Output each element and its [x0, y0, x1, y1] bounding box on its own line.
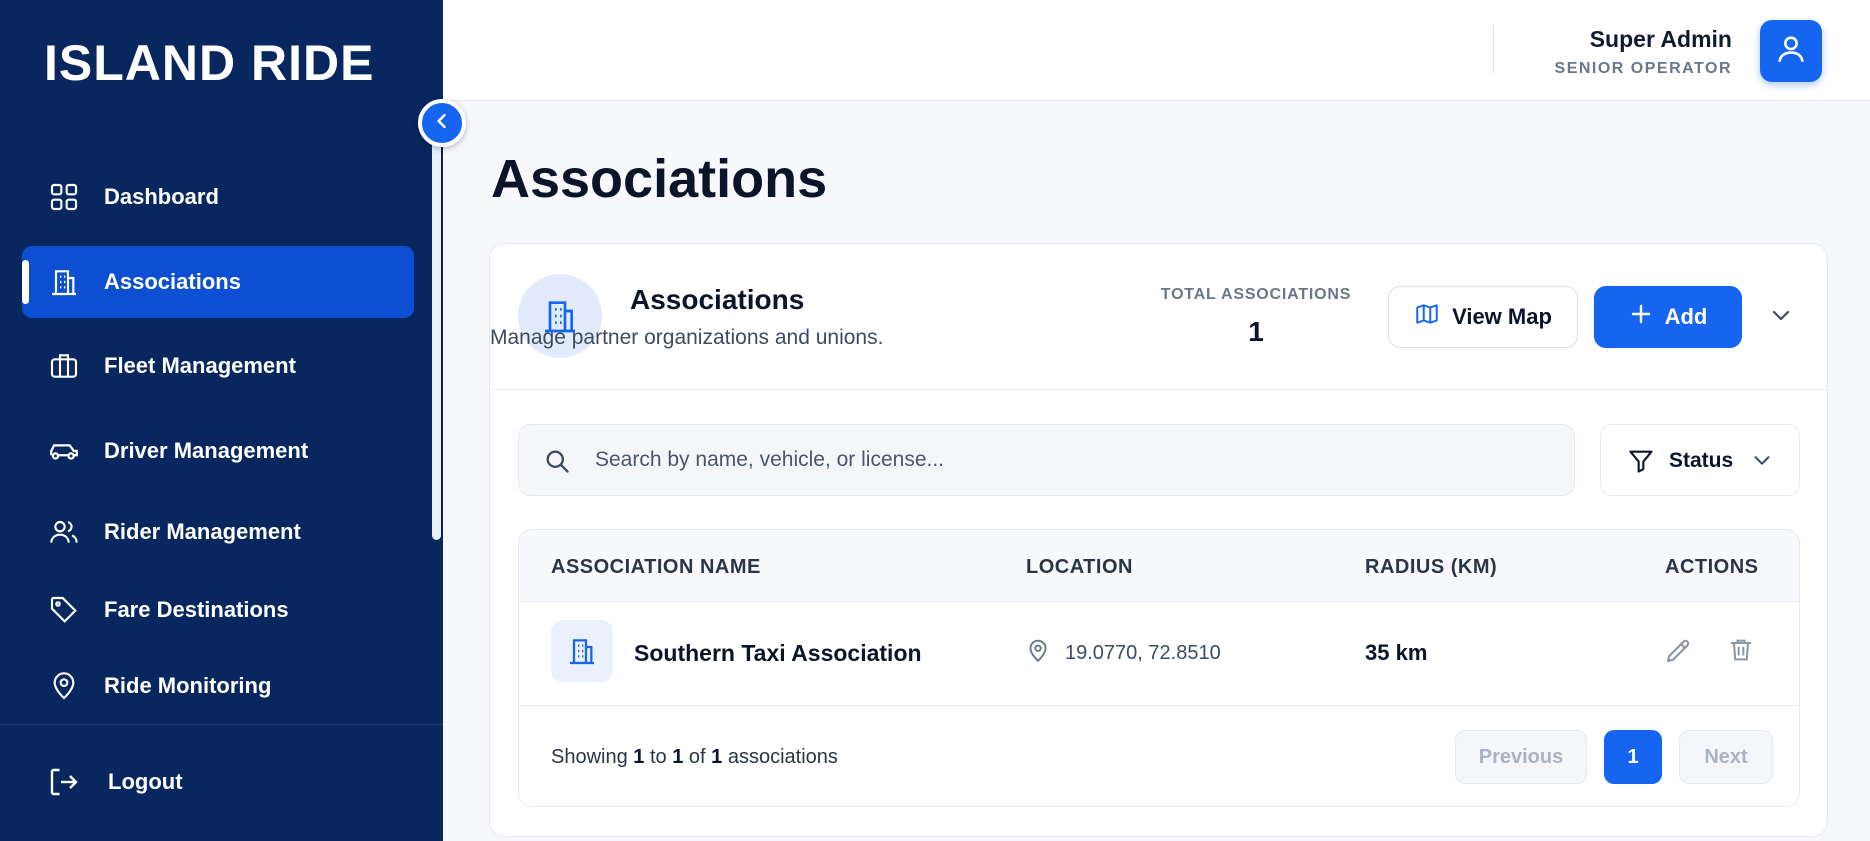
association-location: 19.0770, 72.8510: [1065, 642, 1221, 664]
card-expand-toggle[interactable]: [1766, 302, 1796, 332]
sidebar: ISLAND RIDE Dashboard Associations Fleet…: [0, 0, 443, 841]
sidebar-item-dashboard[interactable]: Dashboard: [22, 161, 414, 233]
associations-card: Associations Manage partner organization…: [489, 243, 1828, 837]
search-box[interactable]: [518, 424, 1575, 496]
map-icon: [1414, 301, 1440, 333]
chevron-left-icon: [432, 111, 452, 136]
map-pin-icon: [1025, 638, 1051, 669]
header-divider: [1493, 26, 1494, 74]
column-header-location: LOCATION: [1026, 556, 1133, 578]
page-1-button[interactable]: 1: [1604, 730, 1662, 784]
showing-of-word: of: [688, 746, 706, 768]
showing-prefix: Showing: [551, 746, 628, 768]
sidebar-divider: [0, 724, 443, 725]
showing-total: 1: [711, 746, 723, 768]
status-filter-dropdown[interactable]: Status: [1600, 424, 1800, 496]
status-filter-label: Status: [1669, 449, 1734, 472]
sidebar-item-label: Driver Management: [104, 438, 309, 463]
table-footer: Showing 1 to 1 of 1 associations Previou…: [519, 706, 1799, 806]
view-map-label: View Map: [1452, 304, 1552, 329]
showing-to: 1: [672, 746, 684, 768]
search-icon: [543, 447, 571, 480]
users-icon: [46, 514, 82, 550]
tag-icon: [46, 592, 82, 628]
sidebar-item-label: Associations: [104, 269, 241, 294]
sidebar-item-rider-management[interactable]: Rider Management: [22, 496, 414, 568]
sidebar-item-driver-management[interactable]: Driver Management: [22, 415, 414, 487]
sidebar-item-fare-destinations[interactable]: Fare Destinations: [22, 574, 414, 646]
showing-to-word: to: [649, 746, 667, 768]
next-page-button[interactable]: Next: [1679, 730, 1773, 784]
sidebar-item-label: Fare Destinations: [104, 597, 289, 622]
building-icon: [551, 620, 613, 682]
map-pin-icon: [46, 668, 82, 704]
card-subtitle: Manage partner organizations and unions.: [490, 326, 884, 349]
sidebar-collapse-button[interactable]: [418, 99, 466, 147]
column-header-name: ASSOCIATION NAME: [551, 556, 761, 578]
sidebar-item-label: Dashboard: [104, 184, 219, 209]
page-title: Associations: [491, 149, 828, 209]
logout-label: Logout: [108, 769, 183, 794]
pagination-summary: Showing 1 to 1 of 1 associations: [551, 746, 838, 769]
card-title: Associations: [630, 284, 805, 315]
view-map-button[interactable]: View Map: [1388, 286, 1578, 348]
sidebar-item-associations[interactable]: Associations: [22, 246, 414, 318]
brand-logo[interactable]: ISLAND RIDE: [44, 34, 374, 92]
column-header-actions: ACTIONS: [1665, 556, 1759, 578]
add-association-button[interactable]: Add: [1594, 286, 1742, 348]
total-associations-label: TOTAL ASSOCIATIONS: [1160, 286, 1352, 303]
showing-from: 1: [633, 746, 645, 768]
logout-button[interactable]: Logout: [22, 746, 322, 818]
sidebar-item-ride-monitoring[interactable]: Ride Monitoring: [22, 650, 414, 722]
sidebar-item-fleet-management[interactable]: Fleet Management: [22, 330, 414, 402]
user-icon: [1774, 32, 1808, 71]
associations-table: ASSOCIATION NAME LOCATION RADIUS (KM) AC…: [518, 529, 1800, 807]
association-name: Southern Taxi Association: [634, 640, 922, 666]
card-header: Associations Manage partner organization…: [490, 244, 1827, 390]
add-label: Add: [1664, 304, 1708, 329]
column-header-radius: RADIUS (KM): [1365, 556, 1498, 578]
edit-icon[interactable]: [1663, 636, 1693, 671]
briefcase-icon: [46, 348, 82, 384]
logout-icon: [46, 764, 82, 800]
previous-page-button[interactable]: Previous: [1455, 730, 1587, 784]
user-name: Super Admin: [1589, 26, 1732, 52]
trash-icon[interactable]: [1727, 636, 1755, 669]
user-role: SENIOR OPERATOR: [1554, 60, 1732, 77]
table-header: ASSOCIATION NAME LOCATION RADIUS (KM) AC…: [519, 530, 1799, 602]
search-input[interactable]: [595, 425, 1555, 495]
chevron-down-icon: [1769, 303, 1793, 332]
showing-suffix: associations: [727, 746, 838, 768]
sidebar-scrollbar[interactable]: [432, 140, 441, 540]
total-associations-value: 1: [1248, 316, 1264, 347]
chevron-down-icon: [1751, 449, 1773, 476]
table-row[interactable]: Southern Taxi Association 19.0770, 72.85…: [519, 602, 1799, 706]
grid-icon: [46, 179, 82, 215]
sidebar-item-label: Fleet Management: [104, 353, 296, 378]
association-radius: 35 km: [1365, 640, 1428, 665]
filter-icon: [1627, 447, 1655, 480]
building-icon: [46, 264, 82, 300]
sidebar-item-label: Rider Management: [104, 519, 301, 544]
avatar[interactable]: [1760, 20, 1822, 82]
car-icon: [46, 433, 82, 469]
sidebar-item-label: Ride Monitoring: [104, 673, 272, 698]
plus-icon: [1629, 302, 1653, 332]
